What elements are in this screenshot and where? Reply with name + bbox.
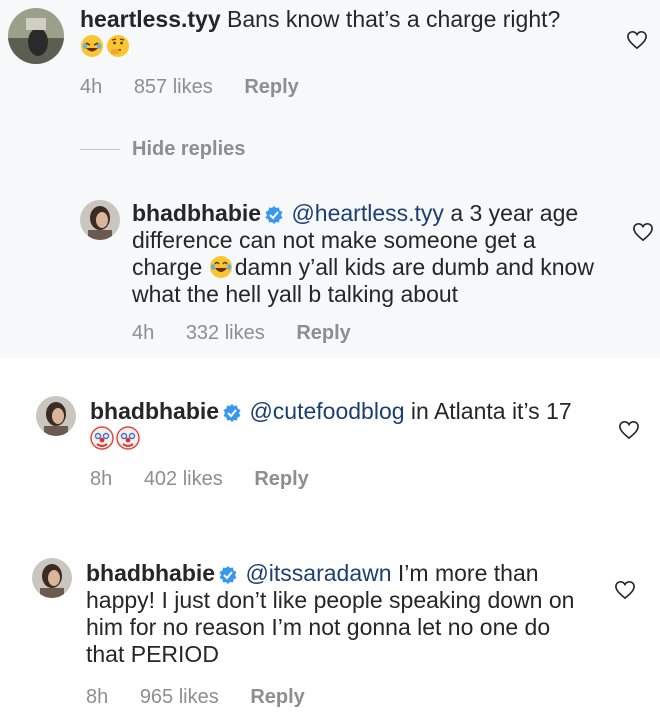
timestamp: 8h xyxy=(90,468,113,490)
mention-link[interactable]: @heartless.tyy xyxy=(291,200,443,226)
avatar[interactable] xyxy=(8,8,64,64)
comment-meta: 8h 402 likes Reply xyxy=(90,468,335,491)
reply-button[interactable]: Reply xyxy=(250,686,304,708)
avatar[interactable] xyxy=(32,558,72,598)
verified-badge-icon xyxy=(223,401,241,422)
hide-replies-button[interactable]: Hide replies xyxy=(80,138,245,161)
username[interactable]: bhadbhabie xyxy=(86,560,215,586)
comment-meta: 8h 965 likes Reply xyxy=(86,686,331,709)
verified-badge-icon xyxy=(265,203,283,224)
like-count[interactable]: 965 likes xyxy=(140,686,219,708)
clown-face-emoji xyxy=(90,426,114,450)
heart-outline-icon[interactable] xyxy=(614,580,636,600)
reply-button[interactable]: Reply xyxy=(254,468,308,490)
like-count[interactable]: 857 likes xyxy=(134,76,213,98)
verified-badge-icon xyxy=(219,563,237,584)
username[interactable]: bhadbhabie xyxy=(90,398,219,424)
username[interactable]: heartless.tyy xyxy=(80,6,221,32)
comment-text-cont: damn y’all kids are dumb and know what t… xyxy=(132,254,594,307)
timestamp: 4h xyxy=(80,76,103,98)
comment-text: in Atlanta it’s 17 xyxy=(410,398,572,424)
like-count[interactable]: 332 likes xyxy=(186,322,265,344)
heart-outline-icon[interactable] xyxy=(632,222,654,242)
mention-link[interactable]: @itssaradawn xyxy=(245,560,391,586)
comment-list: bhadbhabie @cutefoodblog in Atlanta it’s… xyxy=(0,358,660,720)
timestamp: 8h xyxy=(86,686,109,708)
heart-outline-icon[interactable] xyxy=(626,30,648,50)
comment-thread: heartless.tyy Bans know that’s a charge … xyxy=(0,0,660,358)
reply-button[interactable]: Reply xyxy=(244,76,298,98)
reply-button[interactable]: Reply xyxy=(296,322,350,344)
like-count[interactable]: 402 likes xyxy=(144,468,223,490)
mention-link[interactable]: @cutefoodblog xyxy=(249,398,404,424)
username[interactable]: bhadbhabie xyxy=(132,200,261,226)
avatar[interactable] xyxy=(80,200,120,240)
avatar[interactable] xyxy=(36,396,76,436)
timestamp: 4h xyxy=(132,322,155,344)
rolling-laughing-emoji xyxy=(80,34,104,58)
tears-of-joy-emoji xyxy=(209,255,233,279)
hide-replies-label: Hide replies xyxy=(132,138,246,160)
comment-meta: 4h 332 likes Reply xyxy=(132,322,377,345)
heart-outline-icon[interactable] xyxy=(618,420,640,440)
clown-face-emoji xyxy=(116,426,140,450)
thinking-face-emoji xyxy=(106,34,130,58)
comment-meta: 4h 857 likes Reply xyxy=(80,76,325,99)
comment-text: Bans know that’s a charge right? xyxy=(227,6,561,32)
divider xyxy=(80,149,120,151)
